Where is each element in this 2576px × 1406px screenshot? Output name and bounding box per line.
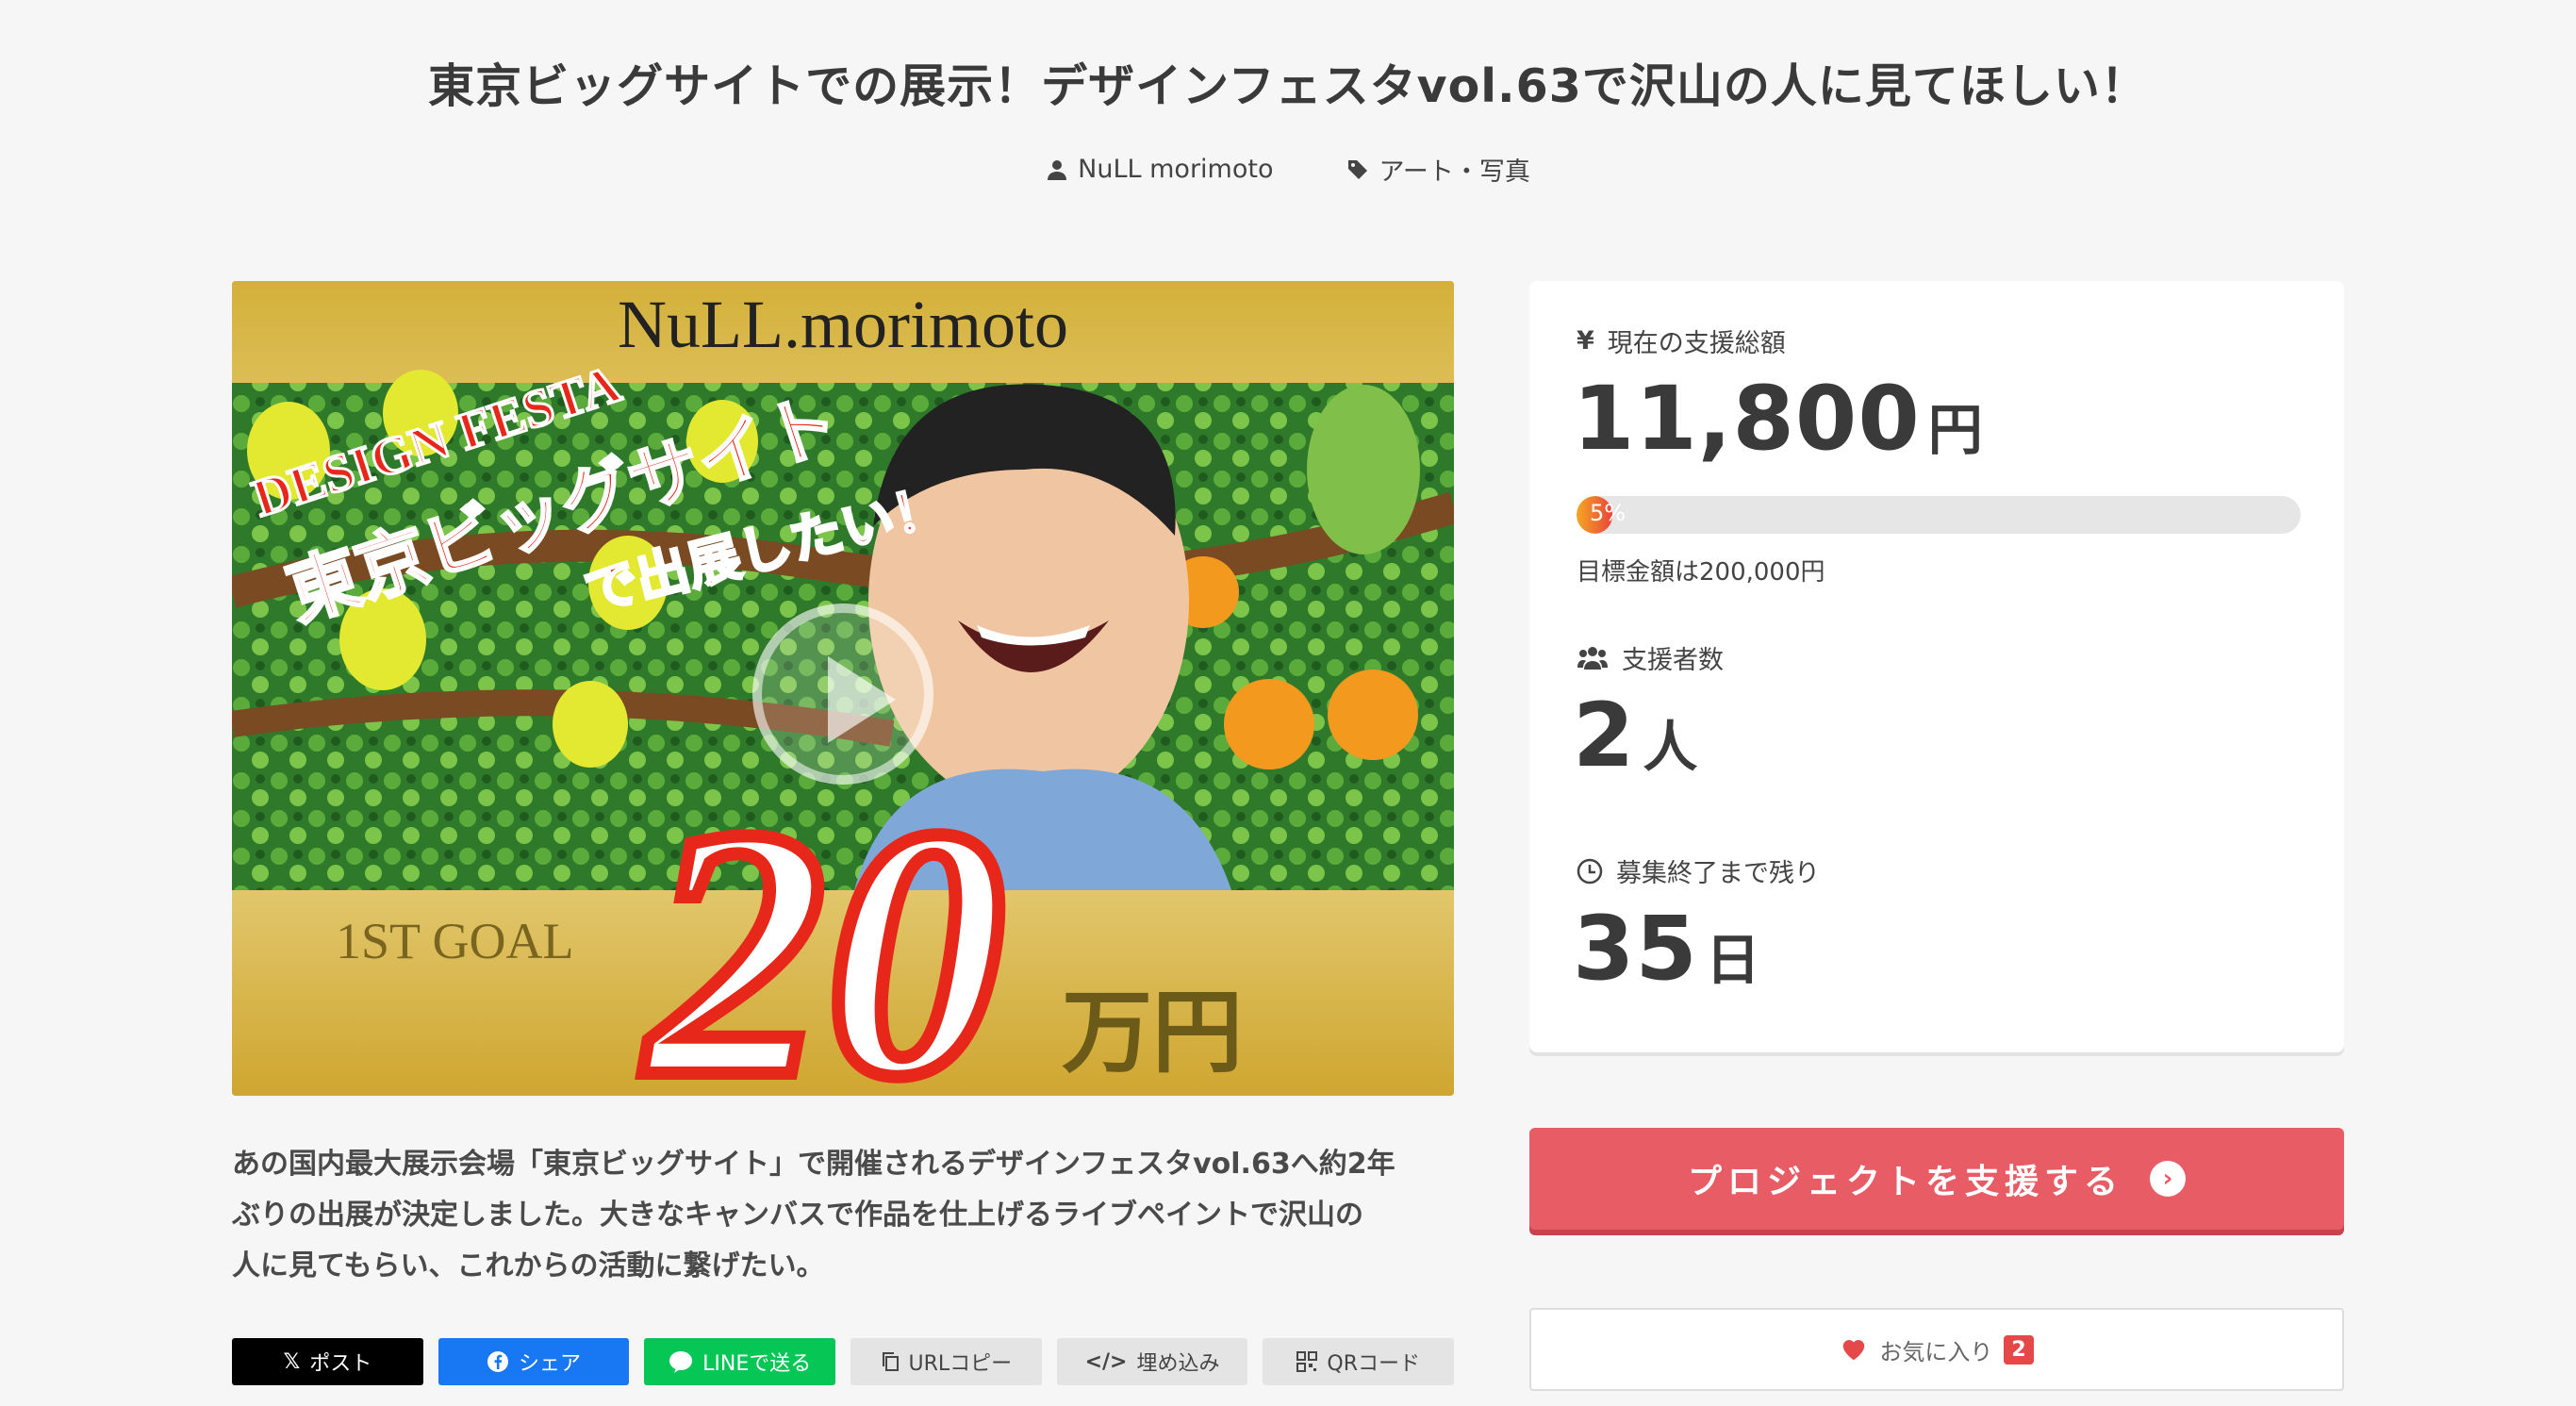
stats-panel: ¥ 現在の支援総額 11,800 円 5% 目標金額は200,000円 支援者数 … bbox=[1529, 281, 2344, 1052]
total-amount-unit: 円 bbox=[1927, 398, 1983, 462]
project-video[interactable]: NuLL.morimoto DESIGN FESTA 東京ビッグサイト で出展し… bbox=[232, 281, 1454, 1096]
category-link[interactable]: アート・写真 bbox=[1346, 151, 1530, 188]
qr-code-icon bbox=[1296, 1351, 1318, 1372]
qr-code-button[interactable]: QRコード bbox=[1263, 1338, 1455, 1385]
user-icon bbox=[1048, 159, 1067, 180]
remaining-label-text: 募集終了まで残り bbox=[1616, 859, 1820, 888]
remaining-value: 35 bbox=[1573, 898, 1698, 1001]
play-button[interactable] bbox=[752, 604, 933, 785]
project-meta: NuLL morimoto アート・写真 bbox=[0, 151, 2576, 188]
total-amount-value: 11,800 bbox=[1573, 368, 1921, 471]
svg-text:万円: 万円 bbox=[1062, 983, 1243, 1083]
category-name: アート・写真 bbox=[1379, 157, 1530, 187]
backers-label: 支援者数 bbox=[1577, 639, 1724, 676]
clock-icon bbox=[1577, 858, 1603, 884]
goal-amount: 目標金額は200,000円 bbox=[1577, 558, 1825, 587]
backers-count: 2人 bbox=[1573, 685, 1697, 787]
total-amount-label: ¥ 現在の支援総額 bbox=[1577, 323, 1786, 359]
description-line: あの国内最大展示会場「東京ビッグサイト」で開催されるデザインフェスタvol.63… bbox=[232, 1148, 1395, 1181]
copy-url-button[interactable]: URLコピー bbox=[850, 1338, 1042, 1385]
remaining-unit: 日 bbox=[1705, 928, 1760, 992]
code-icon: </> bbox=[1084, 1349, 1128, 1374]
owner-link[interactable]: NuLL morimoto bbox=[1046, 151, 1273, 188]
backers-value: 2 bbox=[1573, 685, 1636, 787]
svg-text:NuLL.morimoto: NuLL.morimoto bbox=[618, 287, 1068, 362]
yen-icon: ¥ bbox=[1577, 326, 1594, 356]
total-amount: 11,800 円 bbox=[1573, 368, 1983, 471]
share-facebook-button[interactable]: シェア bbox=[438, 1338, 630, 1385]
backers-unit: 人 bbox=[1643, 715, 1698, 779]
tag-icon bbox=[1348, 159, 1368, 179]
chevron-right-icon: › bbox=[2150, 1161, 2186, 1197]
share-x-button[interactable]: 𝕏 ポスト bbox=[232, 1338, 423, 1385]
svg-text:20: 20 bbox=[641, 754, 1005, 1096]
users-icon bbox=[1577, 646, 1608, 670]
remaining-label: 募集終了まで残り bbox=[1577, 852, 1820, 889]
backers-label-text: 支援者数 bbox=[1622, 646, 1724, 675]
share-buttons: 𝕏 ポスト シェア LINEで送る URLコピー </> 埋め込み QRコード bbox=[232, 1338, 1455, 1385]
progress-bar: 5% bbox=[1577, 496, 2301, 534]
description-line: ぶりの出展が決定しました。大きなキャンバスで作品を仕上げるライブペイントで沢山の bbox=[232, 1199, 1363, 1232]
support-project-button[interactable]: プロジェクトを支援する › bbox=[1529, 1128, 2344, 1230]
progress-percent: 5% bbox=[1590, 500, 1627, 526]
heart-icon bbox=[1843, 1340, 1865, 1361]
description-line: 人に見てもらい、これからの活動に繋げたい。 bbox=[232, 1249, 825, 1282]
favorite-label: お気に入り bbox=[1879, 1338, 1993, 1365]
qr-code-label: QRコード bbox=[1327, 1352, 1420, 1376]
x-icon: 𝕏 bbox=[283, 1349, 301, 1374]
share-line-label: LINEで送る bbox=[702, 1352, 812, 1376]
embed-button[interactable]: </> 埋め込み bbox=[1056, 1338, 1248, 1385]
share-x-label: ポスト bbox=[309, 1352, 372, 1376]
share-facebook-label: シェア bbox=[519, 1352, 582, 1376]
copy-icon bbox=[882, 1352, 899, 1371]
page-title: 東京ビッグサイトでの展示！デザインフェスタvol.63で沢山の人に見てほしい！ bbox=[428, 59, 2148, 113]
facebook-icon bbox=[487, 1351, 508, 1372]
total-amount-label-text: 現在の支援総額 bbox=[1607, 329, 1786, 358]
share-line-button[interactable]: LINEで送る bbox=[644, 1338, 836, 1385]
favorite-button[interactable]: お気に入り 2 bbox=[1529, 1308, 2344, 1391]
svg-text:1ST GOAL: 1ST GOAL bbox=[336, 913, 574, 969]
line-icon bbox=[669, 1351, 693, 1373]
project-description: あの国内最大展示会場「東京ビッグサイト」で開催されるデザインフェスタvol.63… bbox=[232, 1139, 1454, 1292]
remaining-days: 35 日 bbox=[1573, 898, 1760, 1001]
favorite-count-badge: 2 bbox=[2004, 1334, 2034, 1365]
embed-label: 埋め込み bbox=[1136, 1352, 1220, 1376]
copy-url-label: URLコピー bbox=[908, 1352, 1013, 1376]
owner-name: NuLL morimoto bbox=[1078, 155, 1274, 184]
support-button-label: プロジェクトを支援する bbox=[1687, 1163, 2123, 1201]
